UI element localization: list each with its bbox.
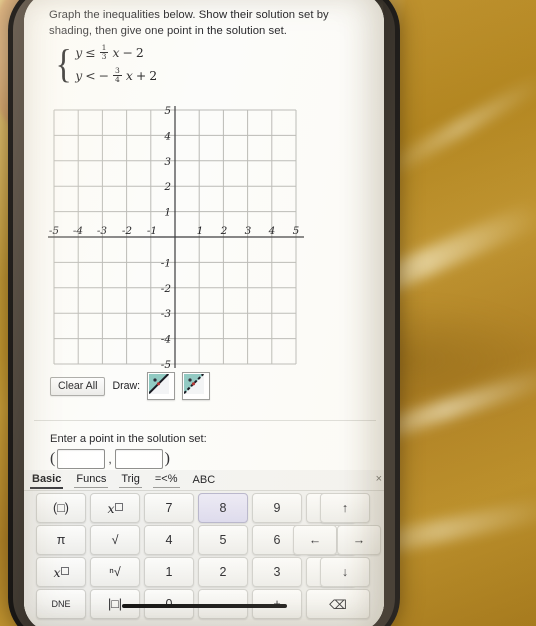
ineq1-variable: x: [112, 45, 120, 61]
key-power-label: x: [107, 500, 115, 516]
graph-toolbar: Clear All Draw:: [50, 372, 211, 400]
keyboard-tab-bar: Basic Funcs Trig =<% ABC ×: [24, 470, 384, 491]
ineq1-relation: ≤: [85, 45, 96, 61]
draw-dashed-line-button[interactable]: [182, 372, 211, 400]
ineq2-variable: x: [125, 68, 133, 84]
y-tick--2: -2: [161, 283, 172, 295]
answer-label: Enter a point in the solution set:: [50, 433, 207, 445]
ineq2-sign: +: [135, 68, 147, 84]
solid-line-shade-icon: [149, 374, 170, 394]
screenshot-stage: Graph the inequalities below. Show their…: [0, 0, 536, 626]
key-subscript[interactable]: x: [36, 557, 86, 587]
ineq1-constant: 2: [135, 45, 144, 61]
key-backspace[interactable]: ⌫: [306, 589, 370, 619]
y-tick--3: -3: [161, 308, 172, 320]
coordinate-graph[interactable]: -5 -4 -3 -2 -1 1 2 3 4 5 5 4 3 2 1 -1 -2…: [46, 104, 306, 370]
y-tick-3: 3: [164, 156, 171, 168]
phone-screen: Graph the inequalities below. Show their…: [24, 0, 384, 626]
point-entry-row: ( , ): [50, 449, 170, 469]
x-tick-2: 2: [220, 225, 228, 237]
draw-solid-line-button[interactable]: [147, 372, 176, 400]
key-arrow-down[interactable]: ↓: [320, 557, 370, 587]
tab-abc[interactable]: ABC: [191, 473, 218, 488]
key-parentheses[interactable]: (□): [36, 493, 86, 523]
x-tick-4: 4: [268, 225, 276, 237]
close-paren: ): [164, 450, 170, 467]
y-tick-4: 4: [163, 130, 171, 142]
key-5[interactable]: 5: [198, 525, 248, 555]
ineq2-constant: 2: [149, 68, 158, 84]
key-dne[interactable]: DNE: [36, 589, 86, 619]
inequality-system: { y ≤ 1 3 x − 2 y < − 3 4 x + 2: [54, 41, 158, 87]
ineq2-negative-sign: −: [98, 68, 109, 84]
x-tick--3: -3: [97, 225, 108, 237]
x-tick--2: -2: [122, 225, 133, 237]
point-x-input[interactable]: [57, 449, 106, 469]
dashed-line-shade-icon: [184, 374, 205, 394]
inequality-2: y < − 3 4 x + 2: [75, 65, 158, 85]
x-tick--4: -4: [73, 225, 83, 237]
ineq2-coefficient: 3 4: [112, 65, 122, 85]
key-pi[interactable]: π: [36, 525, 86, 555]
key-4[interactable]: 4: [144, 525, 194, 555]
close-keyboard-icon[interactable]: ×: [376, 473, 382, 485]
y-tick-2: 2: [163, 181, 171, 193]
open-paren: (: [50, 450, 56, 467]
key-2[interactable]: 2: [198, 557, 248, 587]
ineq1-sign: −: [122, 45, 133, 61]
key-square-root[interactable]: √: [90, 525, 140, 555]
key-arrow-up[interactable]: ↑: [320, 493, 370, 523]
question-prompt: Graph the inequalities below. Show their…: [49, 9, 329, 37]
ineq2-numerator: 3: [114, 65, 120, 75]
draw-label: Draw:: [112, 380, 141, 392]
key-power[interactable]: x: [90, 493, 140, 523]
graph-canvas[interactable]: -5 -4 -3 -2 -1 1 2 3 4 5 5 4 3 2 1 -1 -2…: [46, 104, 306, 370]
inequality-1: y ≤ 1 3 x − 2: [75, 43, 157, 62]
point-y-input[interactable]: [114, 449, 163, 469]
x-tick-3: 3: [245, 225, 252, 237]
home-indicator: [122, 604, 287, 608]
ineq1-numerator: 1: [101, 43, 107, 52]
y-tick--4: -4: [161, 334, 171, 346]
ineq1-denominator: 3: [99, 52, 109, 62]
x-tick--5: -5: [49, 225, 60, 237]
key-arrow-left[interactable]: ←: [293, 525, 337, 555]
x-tick--1: -1: [147, 225, 157, 237]
math-keyboard: Basic Funcs Trig =<% ABC × (□) x 7 8 9 ↑…: [24, 470, 384, 626]
key-9[interactable]: 9: [252, 493, 302, 523]
key-1[interactable]: 1: [144, 557, 194, 587]
axes: [48, 106, 304, 368]
tab-basic[interactable]: Basic: [30, 472, 64, 489]
clear-all-button[interactable]: Clear All: [50, 376, 106, 396]
x-axis-tick-labels: -5 -4 -3 -2 -1 1 2 3 4 5: [49, 225, 300, 237]
tab-relations[interactable]: =<%: [152, 472, 180, 488]
key-arrow-right[interactable]: →: [337, 525, 381, 555]
point-comma: ,: [108, 452, 112, 466]
ineq2-lhs: y: [75, 68, 83, 84]
key-subscript-label: x: [53, 564, 61, 580]
answer-section-divider: [34, 420, 376, 421]
ineq1-lhs: y: [75, 45, 83, 61]
key-nth-root[interactable]: ⁿ√: [90, 557, 140, 587]
key-8[interactable]: 8: [198, 493, 248, 523]
y-tick-1: 1: [164, 207, 171, 219]
key-3[interactable]: 3: [252, 557, 302, 587]
y-tick-5: 5: [164, 105, 171, 117]
y-tick--1: -1: [161, 257, 171, 269]
math-worksheet-page: Graph the inequalities below. Show their…: [24, 0, 384, 626]
x-tick-5: 5: [293, 225, 300, 237]
x-tick-1: 1: [197, 225, 204, 237]
system-brace: {: [55, 41, 72, 87]
tab-trig[interactable]: Trig: [119, 472, 142, 488]
ineq2-denominator: 4: [112, 75, 122, 85]
tab-funcs[interactable]: Funcs: [74, 472, 109, 488]
ineq2-relation: <: [85, 68, 96, 84]
y-tick--5: -5: [161, 359, 172, 370]
key-7[interactable]: 7: [144, 493, 194, 523]
ineq1-coefficient: 1 3: [99, 43, 109, 62]
